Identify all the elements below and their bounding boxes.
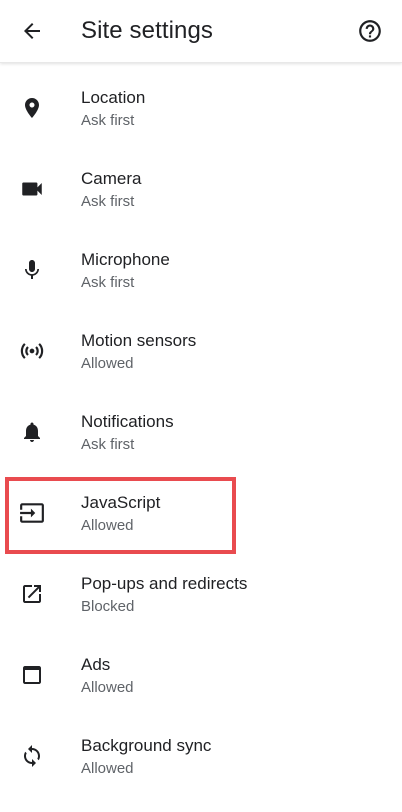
setting-item-motion-sensors[interactable]: Motion sensors Allowed [0,305,402,386]
setting-label: Notifications [81,412,174,431]
help-circle-icon [357,18,383,44]
app-bar: Site settings [0,0,402,63]
javascript-input-icon [18,499,46,527]
setting-label: Pop-ups and redirects [81,574,248,593]
ads-window-icon [18,661,46,689]
setting-label: Camera [81,169,142,188]
setting-status: Allowed [81,679,134,696]
setting-status: Ask first [81,112,135,129]
setting-item-camera[interactable]: Camera Ask first [0,143,402,224]
setting-item-background-sync[interactable]: Background sync Allowed [0,710,402,791]
setting-status: Ask first [81,193,135,210]
setting-item-javascript[interactable]: JavaScript Allowed [0,467,402,548]
site-settings-screen: Site settings Location Ask first Camera … [0,0,402,812]
setting-item-ads[interactable]: Ads Allowed [0,629,402,710]
help-button[interactable] [352,13,388,49]
microphone-icon [18,256,46,284]
setting-item-notifications[interactable]: Notifications Ask first [0,386,402,467]
setting-label: Ads [81,655,111,674]
back-button[interactable] [14,13,50,49]
setting-label: Motion sensors [81,331,197,350]
setting-status: Ask first [81,274,135,291]
setting-label: Background sync [81,736,212,755]
setting-status: Allowed [81,517,134,534]
open-in-new-icon [18,580,46,608]
location-pin-icon [18,94,46,122]
page-title: Site settings [81,17,214,44]
setting-status: Allowed [81,760,134,777]
setting-status: Blocked [81,598,135,615]
bell-icon [18,418,46,446]
arrow-back-icon [20,19,44,43]
setting-label: JavaScript [81,493,161,512]
setting-label: Location [81,88,146,107]
setting-status: Ask first [81,436,135,453]
setting-item-microphone[interactable]: Microphone Ask first [0,224,402,305]
videocam-icon [18,175,46,203]
setting-item-location[interactable]: Location Ask first [0,62,402,143]
setting-status: Allowed [81,355,134,372]
sync-icon [18,742,46,770]
setting-label: Microphone [81,250,170,269]
sensors-icon [18,337,46,365]
setting-item-popups-redirects[interactable]: Pop-ups and redirects Blocked [0,548,402,629]
